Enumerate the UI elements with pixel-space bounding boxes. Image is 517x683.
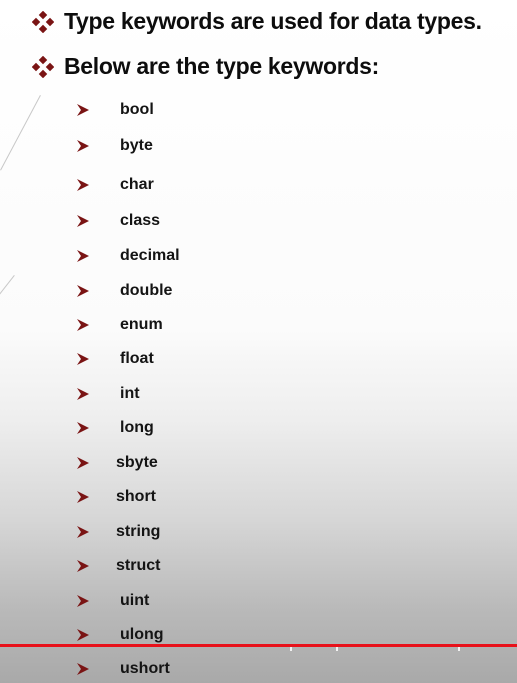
arrowhead-bullet-icon: [77, 140, 89, 152]
arrowhead-bullet-icon: [77, 560, 89, 572]
divider-tick: [336, 647, 338, 651]
arrowhead-bullet-icon: [77, 353, 89, 365]
keyword-text: double: [120, 282, 173, 299]
arrowhead-bullet-icon: [77, 215, 89, 227]
arrowhead-bullet-icon: [77, 388, 89, 400]
heading-text: Below are the type keywords:: [64, 53, 379, 79]
arrowhead-bullet-icon: [77, 526, 89, 538]
keyword-text: ulong: [120, 626, 164, 643]
arrowhead-bullet-icon: [77, 422, 89, 434]
keyword-text: sbyte: [116, 454, 158, 471]
divider-tick: [290, 647, 292, 651]
decorative-line: [0, 275, 15, 298]
keyword-text: class: [120, 212, 161, 229]
keyword-text: long: [120, 419, 154, 436]
keyword-text: uint: [120, 592, 150, 609]
keyword-text: bool: [120, 101, 154, 118]
keyword-text: int: [120, 385, 140, 402]
arrowhead-bullet-icon: [77, 457, 89, 469]
arrowhead-bullet-icon: [77, 250, 89, 262]
keyword-text: char: [120, 176, 154, 193]
arrowhead-bullet-icon: [77, 319, 89, 331]
arrowhead-bullet-icon: [77, 104, 89, 116]
arrowhead-bullet-icon: [77, 595, 89, 607]
keyword-text: string: [116, 523, 161, 540]
keyword-text: short: [116, 488, 156, 505]
decorative-line: [0, 95, 41, 171]
diamond-bullet-icon: [32, 55, 54, 78]
arrowhead-bullet-icon: [77, 491, 89, 503]
arrowhead-bullet-icon: [77, 629, 89, 641]
divider-tick: [458, 647, 460, 651]
arrowhead-bullet-icon: [77, 179, 89, 191]
arrowhead-bullet-icon: [77, 663, 89, 675]
keyword-text: enum: [120, 316, 163, 333]
diamond-bullet-icon: [32, 10, 54, 33]
keyword-text: ushort: [120, 660, 170, 677]
arrowhead-bullet-icon: [77, 285, 89, 297]
keyword-text: byte: [120, 137, 153, 154]
keyword-text: struct: [116, 557, 161, 574]
red-divider-line: [0, 644, 517, 647]
keyword-text: float: [120, 350, 154, 367]
slide: Type keywords are used for data types. B…: [0, 0, 517, 683]
heading-type-keywords: Type keywords are used for data types.: [32, 8, 482, 35]
keyword-text: decimal: [120, 247, 180, 264]
heading-below-keywords: Below are the type keywords:: [32, 53, 379, 80]
heading-text: Type keywords are used for data types.: [64, 8, 482, 34]
